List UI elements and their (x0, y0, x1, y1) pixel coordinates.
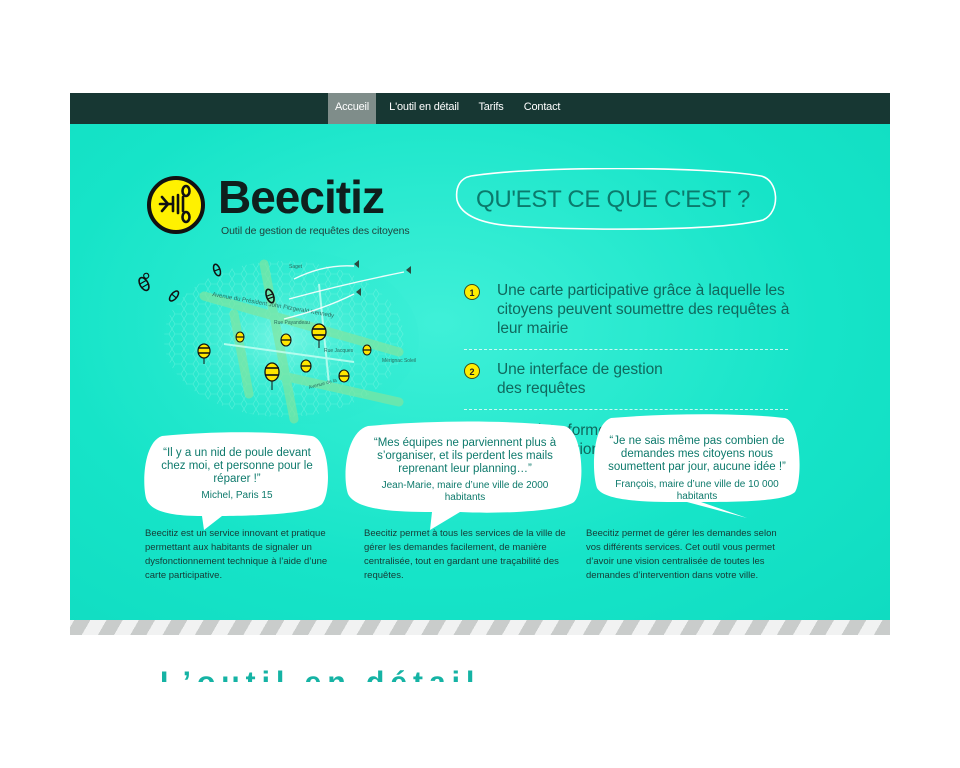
street-label: Rue Payandeau (274, 320, 310, 326)
street-label: Mérignac Soleil (382, 358, 416, 364)
map-pin-icon[interactable] (235, 331, 245, 343)
testimonial-quote: “Mes équipes ne parviennent plus à s’org… (373, 437, 557, 475)
map-pin-icon[interactable] (362, 344, 372, 356)
dashed-divider (464, 349, 788, 350)
testimonial-author: François, maire d’une ville de 10 000 ha… (615, 479, 779, 502)
nav-item-outil[interactable]: L'outil en détail (386, 93, 462, 124)
map-pin-icon[interactable] (280, 333, 292, 347)
below-fold-heading: L’outil en détail (160, 666, 520, 682)
service-description: Beecitiz permet à tous les services de l… (364, 528, 566, 581)
striped-divider (70, 620, 890, 635)
brand-tagline: Outil de gestion de requêtes des citoyen… (221, 225, 410, 237)
feature-text: Une carte participative grâce à laquelle… (497, 282, 790, 337)
section-heading: QU'EST CE QUE C'EST ? (476, 186, 751, 213)
service-description: Beecitiz permet de gérer les demandes se… (586, 528, 777, 581)
testimonial-quote: “Je ne sais même pas combien de demandes… (608, 435, 786, 473)
testimonial-author: Jean-Marie, maire d’une ville de 2000 ha… (381, 480, 549, 503)
map-pin-icon[interactable] (338, 369, 350, 383)
street-label: Saget (289, 264, 303, 270)
map-pin-icon[interactable] (300, 359, 312, 373)
testimonial-quote: “Il y a un nid de poule devant chez moi,… (161, 447, 313, 485)
nav-item-tarifs[interactable]: Tarifs (476, 93, 506, 124)
below-fold-heading-text: L’outil en détail (160, 666, 480, 682)
hero-section: Beecitiz Outil de gestion de requêtes de… (70, 124, 890, 620)
dashed-divider (464, 409, 788, 410)
bee-icon (138, 272, 150, 292)
bee-logo-icon[interactable] (146, 175, 206, 240)
nav-item-accueil[interactable]: Accueil (328, 93, 376, 124)
testimonial-author: Michel, Paris 15 (201, 490, 273, 501)
feature-number-badge: 1 (464, 284, 480, 300)
top-navbar: Accueil L'outil en détail Tarifs Contact (70, 93, 890, 124)
participative-map-illustration: Avenue du Président John Fitzgerald Kenn… (124, 244, 424, 429)
nav-item-contact[interactable]: Contact (522, 93, 562, 124)
brand-name: Beecitiz (218, 171, 385, 223)
feature-text: Une interface de gestion des requêtes (497, 361, 663, 397)
street-label: Rue Jacques (324, 348, 354, 354)
page-frame: Accueil L'outil en détail Tarifs Contact (70, 93, 890, 635)
feature-number-badge: 2 (464, 363, 480, 379)
service-description: Beecitiz est un service innovant et prat… (145, 528, 328, 581)
